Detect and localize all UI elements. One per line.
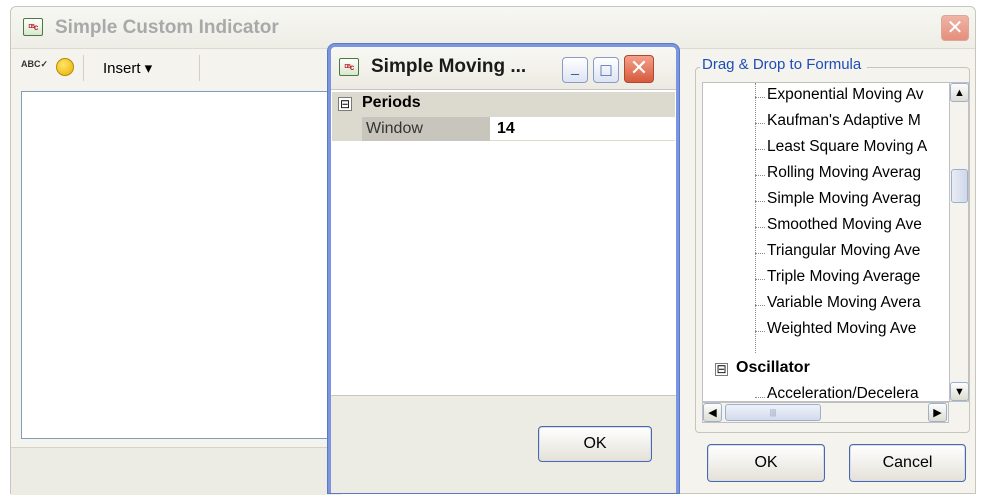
tree-item-rolling[interactable]: Rolling Moving Averag: [767, 164, 921, 182]
smiley-icon: [56, 58, 74, 76]
tree-item-variable[interactable]: Variable Moving Avera: [767, 294, 921, 312]
formula-doc-icon: ᴰᴮc: [339, 58, 359, 76]
property-row[interactable]: Window 14: [332, 117, 675, 141]
tree-item-smoothed[interactable]: Smoothed Moving Ave: [767, 216, 922, 234]
toolbar-divider: [83, 55, 84, 81]
insert-symbol-button[interactable]: [55, 57, 77, 79]
maximize-button[interactable]: □: [593, 57, 619, 83]
dialog-ok-button[interactable]: OK: [538, 426, 652, 462]
window-title: Simple Custom Indicator: [55, 17, 279, 38]
insert-menu-button[interactable]: Insert ▾: [103, 59, 152, 77]
tree-connector: [755, 201, 765, 202]
minimize-button[interactable]: _: [562, 57, 588, 83]
property-dialog: ᴰᴮc Simple Moving ... _ □ ✕ ⊟ Periods Wi…: [328, 44, 679, 493]
scroll-thumb[interactable]: |||: [725, 404, 821, 421]
scroll-left-button[interactable]: ◀: [703, 403, 722, 422]
dialog-titlebar[interactable]: ᴰᴮc Simple Moving ... _ □ ✕: [331, 47, 676, 90]
collapse-toggle[interactable]: ⊟: [338, 97, 352, 111]
category-label: Periods: [362, 94, 421, 111]
formula-editor[interactable]: [21, 91, 346, 439]
scroll-down-button[interactable]: ▼: [950, 382, 969, 401]
scroll-thumb[interactable]: [951, 169, 968, 203]
group-label: Drag & Drop to Formula: [700, 56, 868, 73]
tree-connector: [755, 175, 765, 176]
close-button[interactable]: ✕: [941, 15, 969, 41]
tree-item-weighted[interactable]: Weighted Moving Ave: [767, 320, 916, 338]
property-grid: ⊟ Periods Window 14: [332, 92, 675, 152]
tree-connector: [755, 331, 765, 332]
horizontal-scrollbar[interactable]: ◀ ||| ▶: [702, 402, 949, 423]
tree-item-triangular[interactable]: Triangular Moving Ave: [767, 242, 920, 260]
tree-connector: [755, 123, 765, 124]
tree-item-simple[interactable]: Simple Moving Averag: [767, 190, 921, 208]
dialog-title: Simple Moving ...: [371, 56, 527, 77]
main-titlebar[interactable]: ᴰᴮc Simple Custom Indicator ✕: [11, 7, 975, 49]
collapse-toggle[interactable]: ⊟: [715, 363, 728, 376]
indicator-tree[interactable]: Exponential Moving Av Kaufman's Adaptive…: [702, 82, 949, 402]
editor-toolbar: ABC✓ Insert ▾: [15, 53, 331, 85]
formula-doc-icon: ᴰᴮc: [23, 18, 43, 36]
tree-connector: [755, 253, 765, 254]
tree-connector: [755, 279, 765, 280]
ok-button[interactable]: OK: [707, 444, 825, 482]
tree-connector: [755, 305, 765, 306]
category-row[interactable]: ⊟ Periods: [332, 92, 675, 117]
vertical-scrollbar[interactable]: ▲ ▼: [949, 82, 969, 402]
spellcheck-button[interactable]: ABC✓: [21, 59, 49, 81]
tree-category-oscillator[interactable]: Oscillator: [736, 359, 810, 377]
property-name: Window: [332, 117, 490, 141]
scroll-up-button[interactable]: ▲: [950, 83, 969, 102]
toolbar-divider: [199, 55, 200, 81]
property-value[interactable]: 14: [497, 117, 515, 140]
tree-connector: [755, 149, 765, 150]
tree-item-triple[interactable]: Triple Moving Average: [767, 268, 920, 286]
tree-item-exponential[interactable]: Exponential Moving Av: [767, 86, 924, 104]
tree-connector: [755, 97, 765, 98]
status-bar: [11, 447, 341, 495]
tree-item-kaufman[interactable]: Kaufman's Adaptive M: [767, 112, 921, 130]
tree-connector: [755, 397, 765, 398]
scroll-right-button[interactable]: ▶: [928, 403, 947, 422]
dialog-close-button[interactable]: ✕: [624, 55, 654, 83]
tree-item-least-square[interactable]: Least Square Moving A: [767, 138, 927, 156]
spellcheck-icon: ABC✓: [21, 59, 49, 69]
tree-connector: [755, 227, 765, 228]
dialog-footer: OK: [331, 395, 676, 493]
cancel-button[interactable]: Cancel: [849, 444, 966, 482]
tree-item-acceleration[interactable]: Acceleration/Decelera: [767, 385, 919, 401]
